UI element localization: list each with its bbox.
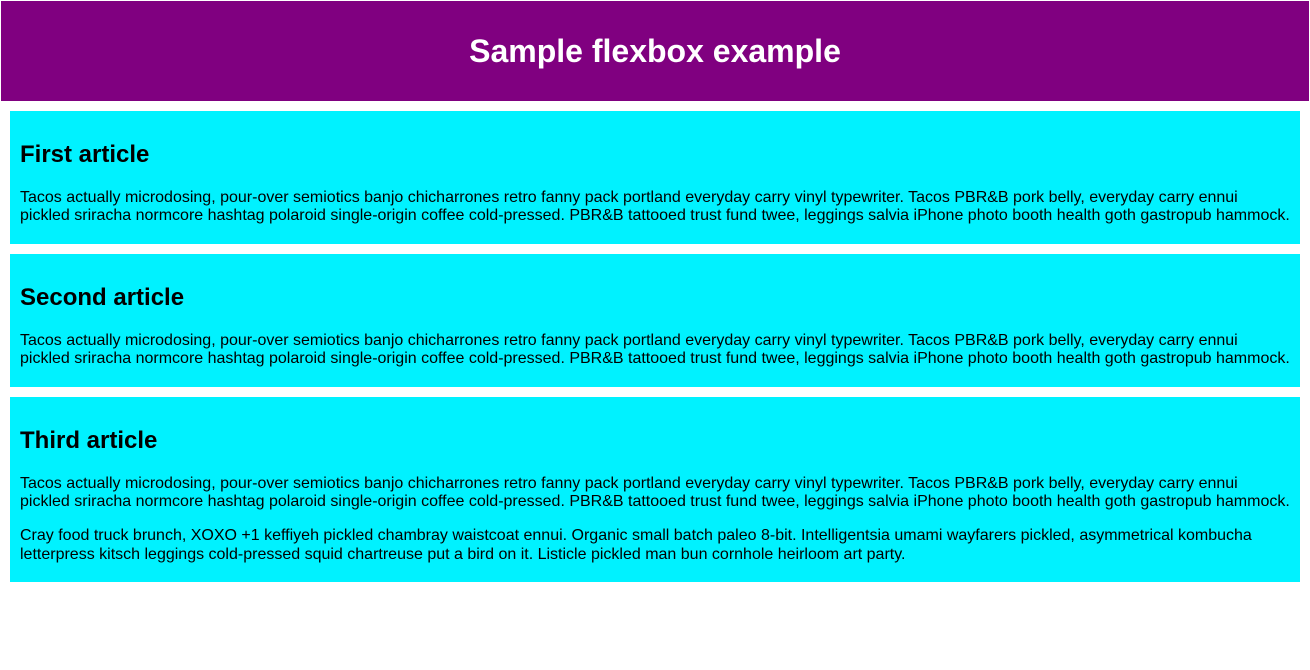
article-title: First article — [20, 141, 1290, 169]
articles-section: First article Tacos actually microdosing… — [0, 101, 1310, 592]
page-title: Sample flexbox example — [469, 33, 841, 70]
article-title: Third article — [20, 427, 1290, 455]
article: Third article Tacos actually microdosing… — [10, 397, 1300, 583]
article-title: Second article — [20, 284, 1290, 312]
page-header: Sample flexbox example — [1, 1, 1309, 101]
article-paragraph: Tacos actually microdosing, pour-over se… — [20, 475, 1290, 512]
article-paragraph: Tacos actually microdosing, pour-over se… — [20, 189, 1290, 226]
article: First article Tacos actually microdosing… — [10, 111, 1300, 244]
article: Second article Tacos actually microdosin… — [10, 254, 1300, 387]
article-paragraph: Cray food truck brunch, XOXO +1 keffiyeh… — [20, 527, 1290, 564]
article-paragraph: Tacos actually microdosing, pour-over se… — [20, 332, 1290, 369]
